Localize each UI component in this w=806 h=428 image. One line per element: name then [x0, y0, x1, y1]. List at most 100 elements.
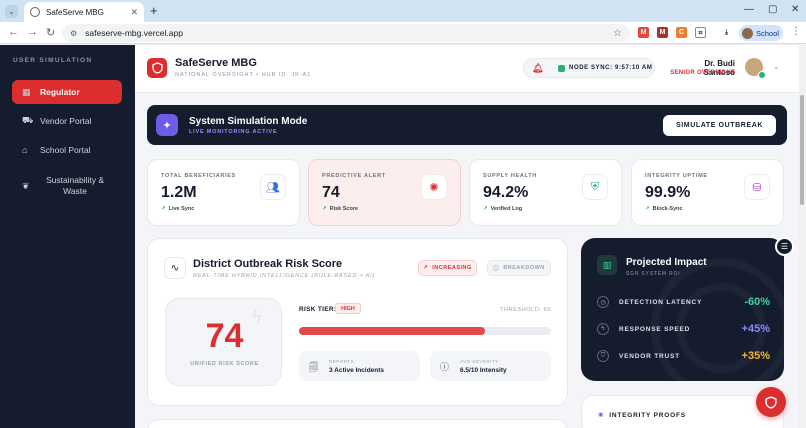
profile-avatar — [742, 27, 753, 39]
page-scrollbar[interactable] — [799, 45, 806, 428]
leaf-icon: ❦ — [22, 180, 30, 191]
breakdown-button[interactable]: ⓘ BREAKDOWN — [487, 260, 551, 276]
projected-impact-panel: ▥ Projected Impact SGN SYSTEM ROI ◷ DETE… — [581, 238, 784, 381]
chart-icon: ▥ — [597, 255, 617, 275]
new-tab-button[interactable]: + — [150, 3, 158, 18]
forward-icon[interactable]: → — [27, 26, 38, 38]
activity-icon: ∿ — [164, 257, 186, 279]
extensions-puzzle-icon[interactable]: ⌗ — [695, 27, 706, 38]
stat-foot: ↗ Block-Sync — [645, 206, 683, 212]
minimize-icon[interactable]: — — [744, 4, 754, 15]
severity-label: AVG SEVERITY — [460, 359, 499, 364]
risk-progress-fill — [299, 327, 486, 335]
risk-tier-label: RISK TIER: — [299, 306, 337, 313]
bolt-icon: ϟ — [597, 323, 609, 335]
impact-value: +35% — [741, 350, 770, 362]
chevron-down-icon[interactable]: ⌄ — [773, 62, 780, 71]
window-close-icon[interactable]: ✕ — [791, 4, 799, 15]
score-box: ϟ 74 UNIFIED RISK SCORE — [165, 298, 282, 386]
simulation-title: System Simulation Mode — [189, 116, 308, 127]
browser-tab-strip: ⌄ SafeServe MBG ✕ + — ▢ ✕ — [0, 0, 806, 22]
reports-value: 3 Active Incidents — [329, 367, 385, 374]
impact-title: Projected Impact — [626, 257, 707, 268]
impact-row-response: ϟ RESPONSE SPEED +45% — [597, 322, 770, 336]
stat-foot: ↗ Risk Score — [322, 206, 359, 212]
impact-label: DETECTION LATENCY — [619, 298, 703, 306]
extension-3-icon[interactable]: C — [676, 27, 687, 38]
filter-menu-icon[interactable]: ☰ — [775, 237, 794, 256]
bell-icon[interactable]: 🔔︎ — [532, 63, 544, 74]
reports-box: 🗐︎ REPORTS 3 Active Incidents — [299, 351, 420, 381]
risk-subtitle: REAL-TIME HYBRID INTELLIGENCE (RULE-BASE… — [193, 273, 376, 279]
stat-card-integrity-uptime: INTEGRITY UPTIME 99.9% ↗ Block-Sync ⛁ — [631, 159, 784, 226]
app-header: SafeServe MBG NATIONAL OVERSIGHT • HUB I… — [135, 45, 799, 93]
tab-search-icon[interactable]: ⌄ — [5, 5, 18, 18]
user-avatar[interactable] — [745, 58, 766, 79]
info-icon: ⓘ — [493, 266, 500, 272]
stat-foot: ↗ Live Sync — [161, 206, 195, 212]
sidebar-item-vendor-portal[interactable]: ⛟ Vendor Portal — [12, 109, 122, 133]
severity-box: ⓘ AVG SEVERITY 6.5/10 Intensity — [430, 351, 551, 381]
bookmark-star-icon[interactable]: ☆ — [613, 28, 622, 39]
risk-tier-badge: HIGH — [335, 303, 361, 314]
reports-label: REPORTS — [329, 359, 355, 364]
info-icon: ⓘ — [440, 362, 450, 372]
stat-foot: ↗ Verified Log — [483, 206, 523, 212]
stat-label: INTEGRITY UPTIME — [645, 173, 708, 179]
shield-logo-icon — [147, 58, 167, 78]
sidebar-item-label: Vendor Portal — [40, 116, 92, 126]
simulate-outbreak-button[interactable]: SIMULATE OUTBREAK — [663, 115, 776, 136]
shield-icon: ⛉ — [597, 350, 609, 362]
sidebar-item-school-portal[interactable]: ⌂ School Portal — [12, 138, 122, 162]
sidebar: USER SIMULATION ▦ Regulator ⛟ Vendor Por… — [0, 45, 135, 428]
address-bar[interactable]: ⚙ safeserve-mbg.vercel.app ☆ — [62, 24, 630, 42]
lower-panel — [147, 419, 568, 428]
trend-up-icon: ↗ — [161, 206, 166, 212]
stat-label: SUPPLY HEALTH — [483, 173, 537, 179]
stat-value: 1.2M — [161, 184, 197, 201]
stat-label: TOTAL BENEFICIARIES — [161, 173, 237, 179]
browser-tab[interactable]: SafeServe MBG ✕ — [24, 2, 144, 22]
sidebar-item-sustainability[interactable]: ❦ Sustainability & Waste — [12, 171, 122, 201]
tab-title: SafeServe MBG — [46, 7, 104, 17]
risk-score-panel: ∿ District Outbreak Risk Score REAL-TIME… — [147, 238, 568, 406]
sync-dot-icon — [558, 64, 566, 72]
download-icon[interactable]: ⤓ — [721, 27, 732, 38]
reload-icon[interactable]: ↻ — [46, 26, 55, 39]
scrollbar-thumb[interactable] — [800, 95, 804, 205]
browser-toolbar: ← → ↻ ⚙ safeserve-mbg.vercel.app ☆ M M C… — [0, 22, 806, 44]
clock-icon: ◷ — [597, 296, 609, 308]
user-role: SENIOR OVERSIGHT — [670, 70, 735, 76]
stat-value: 74 — [322, 184, 340, 201]
virus-icon: ✺ — [421, 174, 447, 200]
stat-card-supply-health: SUPPLY HEALTH 94.2% ↗ Verified Log ⛨ — [469, 159, 622, 226]
back-icon[interactable]: ← — [8, 26, 19, 38]
database-icon: ⛁ — [744, 174, 770, 200]
shield-action-button[interactable] — [756, 387, 786, 417]
users-icon: 👥︎ — [260, 174, 286, 200]
trend-up-icon: ↗ — [423, 265, 429, 271]
app-brand: SafeServe MBG — [175, 57, 257, 69]
browser-menu-icon[interactable]: ⋮ — [791, 26, 801, 37]
site-info-icon[interactable]: ⚙ — [70, 29, 77, 38]
sparkle-icon: ✦ — [156, 114, 178, 136]
node-sync-status: 🔔︎ NODE SYNC: 9:57:10 AM — [523, 58, 655, 78]
trend-up-icon: ↗ — [322, 206, 327, 212]
reports-icon: 🗐︎ — [309, 362, 318, 372]
profile-button[interactable]: School — [739, 25, 783, 41]
sidebar-heading: USER SIMULATION — [13, 57, 93, 64]
impact-value: +45% — [741, 323, 770, 335]
integrity-proofs-panel: ✺ INTEGRITY PROOFS — [581, 395, 784, 428]
sidebar-item-regulator[interactable]: ▦ Regulator — [12, 80, 122, 104]
trend-badge: ↗ INCREASING — [418, 260, 477, 276]
extension-2-icon[interactable]: M — [657, 27, 668, 38]
sidebar-item-label: Sustainability & Waste — [45, 175, 105, 196]
sidebar-item-label: School Portal — [40, 145, 91, 155]
maximize-icon[interactable]: ▢ — [768, 4, 777, 15]
impact-subtitle: SGN SYSTEM ROI — [626, 271, 681, 277]
impact-row-trust: ⛉ VENDOR TRUST +35% — [597, 349, 770, 363]
url-text: safeserve-mbg.vercel.app — [85, 28, 183, 38]
extension-1-icon[interactable]: M — [638, 27, 649, 38]
tab-close-icon[interactable]: ✕ — [130, 7, 138, 18]
trend-up-icon: ↗ — [483, 206, 488, 212]
